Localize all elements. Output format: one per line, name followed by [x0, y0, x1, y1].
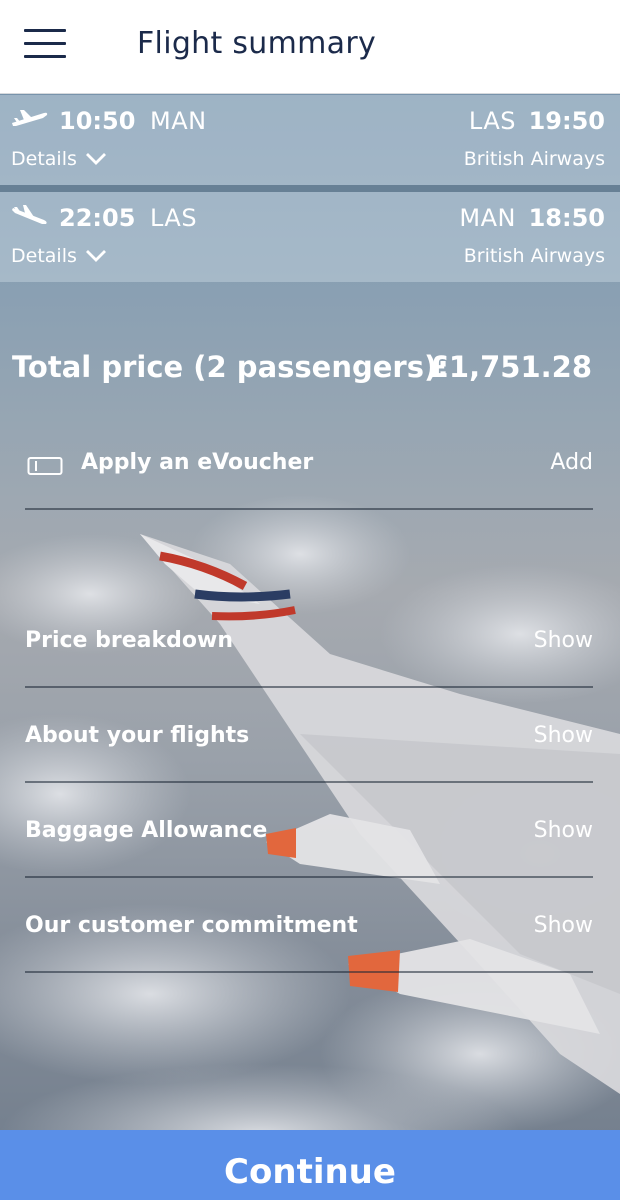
evoucher-label: Apply an eVoucher	[81, 450, 314, 475]
arrival-time: 19:50	[528, 107, 605, 135]
chevron-down-icon	[85, 153, 106, 165]
details-toggle[interactable]: Details	[11, 148, 107, 170]
about-your-flights-row[interactable]: About your flights Show	[25, 723, 593, 783]
chevron-down-icon	[85, 250, 106, 262]
show-button[interactable]: Show	[534, 913, 593, 938]
details-label: Details	[11, 245, 77, 267]
page-title: Flight summary	[137, 26, 377, 61]
section-label: Price breakdown	[25, 628, 233, 653]
total-price-value: £1,751.28	[428, 350, 592, 384]
section-label: About your flights	[25, 723, 250, 748]
section-label: Our customer commitment	[25, 913, 358, 938]
hamburger-menu-icon[interactable]	[22, 25, 68, 63]
customer-commitment-row[interactable]: Our customer commitment Show	[25, 913, 593, 973]
baggage-allowance-row[interactable]: Baggage Allowance Show	[25, 818, 593, 878]
arrival-airport-code: MAN	[459, 204, 516, 232]
details-toggle[interactable]: Details	[11, 245, 107, 267]
airline-name: British Airways	[463, 148, 605, 170]
departure-time: 22:05	[59, 204, 136, 232]
arrival-time: 18:50	[528, 204, 605, 232]
departure-time: 10:50	[59, 107, 136, 135]
show-button[interactable]: Show	[534, 723, 593, 748]
flight-row-outbound[interactable]: 10:50 MAN LAS 19:50 Details British Airw…	[0, 95, 620, 185]
continue-button[interactable]: Continue	[0, 1130, 620, 1200]
flight-divider	[0, 185, 620, 192]
voucher-icon	[27, 457, 63, 475]
airline-name: British Airways	[463, 245, 605, 267]
price-breakdown-row[interactable]: Price breakdown Show	[25, 628, 593, 688]
departure-airport-code: LAS	[150, 204, 198, 232]
total-price-label: Total price (2 passengers):	[12, 350, 449, 384]
show-button[interactable]: Show	[534, 628, 593, 653]
arrival-plane-icon	[12, 205, 47, 224]
add-evoucher-button[interactable]: Add	[550, 450, 593, 475]
apply-evoucher-row[interactable]: Apply an eVoucher Add	[25, 450, 593, 510]
departure-plane-icon	[12, 110, 48, 126]
app-header: Flight summary	[0, 0, 620, 94]
arrival-airport-code: LAS	[468, 107, 516, 135]
section-label: Baggage Allowance	[25, 818, 268, 843]
departure-airport-code: MAN	[150, 107, 207, 135]
flight-row-return[interactable]: 22:05 LAS MAN 18:50 Details British Airw…	[0, 192, 620, 282]
show-button[interactable]: Show	[534, 818, 593, 843]
details-label: Details	[11, 148, 77, 170]
